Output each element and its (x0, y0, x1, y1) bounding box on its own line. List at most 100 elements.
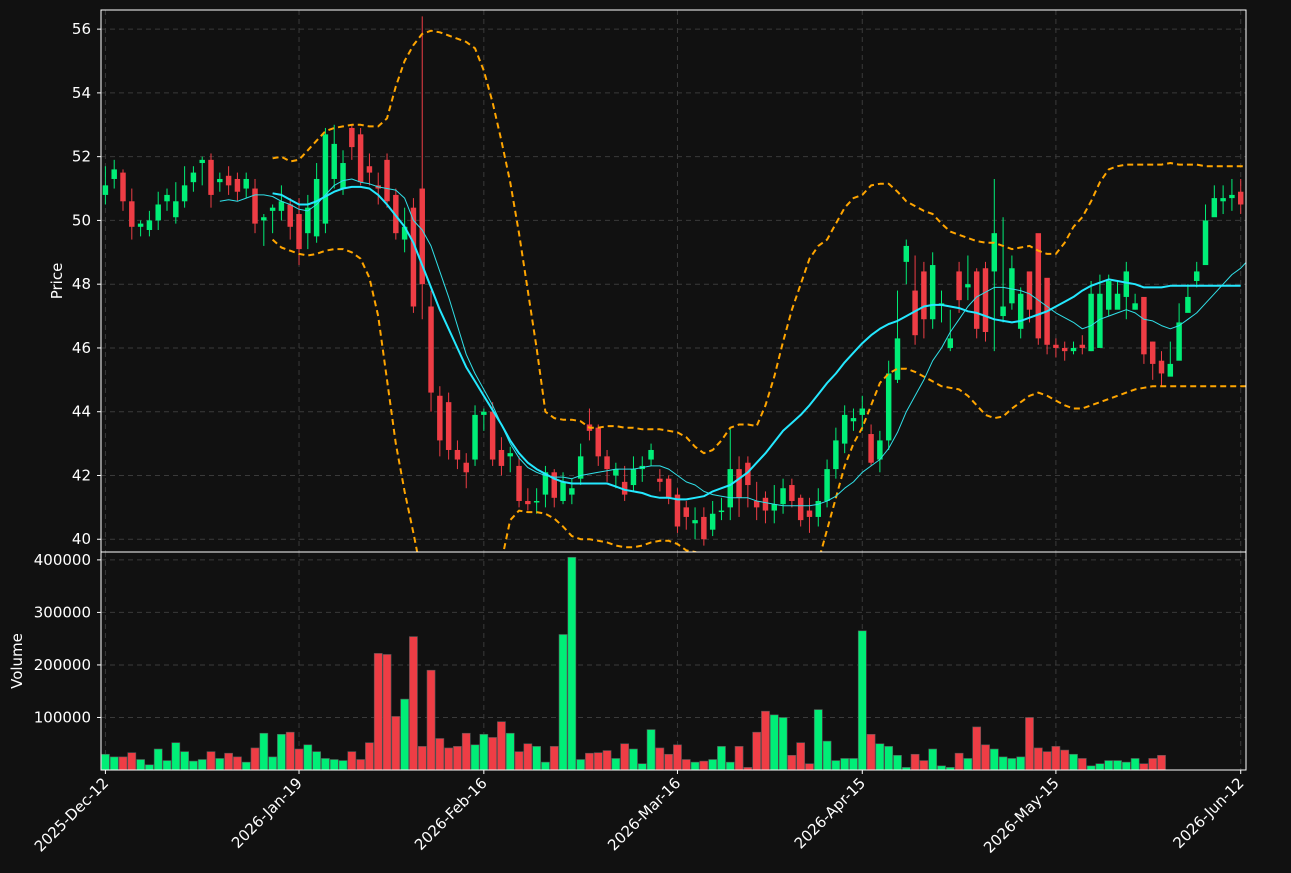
volume-bar (189, 760, 198, 771)
grid-lines (101, 10, 1246, 770)
candle-body (797, 497, 804, 521)
bollinger-upper-line (272, 29, 1246, 455)
candle-body (1185, 296, 1191, 313)
candle-body (366, 166, 373, 173)
volume-bar (1033, 747, 1043, 771)
volume-bar (655, 747, 665, 771)
candle-body (384, 159, 390, 202)
candle-body (1000, 306, 1006, 317)
volume-bar (576, 759, 585, 771)
candle-body (736, 469, 742, 498)
volume-bar (602, 750, 612, 771)
candle-body (1141, 296, 1147, 355)
volume-bar (277, 733, 286, 771)
candle-body (1132, 303, 1138, 310)
volume-tick-label: 400000 (34, 551, 91, 569)
candle-body (894, 338, 901, 380)
volume-bar (981, 744, 990, 771)
candle-body (1149, 341, 1156, 364)
price-tick-label: 50 (72, 211, 91, 229)
candle-body (1123, 271, 1130, 297)
volume-bar (673, 744, 682, 771)
candle-body (146, 220, 153, 230)
candle-body (657, 478, 663, 482)
volume-bar (1095, 763, 1105, 771)
candle-body (489, 411, 496, 460)
candle-body (665, 478, 672, 498)
volume-bar (329, 759, 339, 771)
candle-body (1193, 271, 1200, 281)
candle-body (225, 175, 232, 186)
volume-bar (972, 726, 982, 771)
candle-body (683, 507, 689, 517)
candle-body (322, 134, 329, 224)
candle-body (217, 178, 223, 183)
volume-bar (769, 714, 779, 771)
volume-bar (285, 731, 295, 771)
volume-bar (118, 756, 128, 771)
candle-body (718, 510, 725, 513)
candle-body (982, 268, 989, 333)
candle-body (859, 408, 866, 415)
volume-bar (778, 717, 788, 771)
volume-bar (127, 752, 137, 771)
volume-bar (989, 748, 999, 771)
volume-bar (347, 751, 357, 771)
candle-body (595, 427, 601, 457)
candle-body (850, 418, 857, 422)
volume-bar (497, 721, 506, 771)
candle-body (287, 204, 293, 227)
candle-body (956, 271, 962, 301)
volume-bar (1069, 753, 1078, 771)
volume-bar (585, 752, 594, 771)
price-tick-label: 42 (72, 466, 91, 484)
volume-bar (1086, 765, 1096, 771)
volume-tick-label: 100000 (34, 708, 91, 726)
candle-body (1202, 220, 1209, 266)
volume-bar (690, 761, 700, 771)
volume-bar (250, 747, 260, 771)
candle-body (833, 440, 839, 470)
volume-bar (637, 763, 647, 771)
volume-axis-label: Volume (8, 633, 26, 689)
volume-bar (268, 756, 277, 771)
volume-bar (435, 738, 445, 771)
volume-bar (761, 710, 770, 771)
candle-body (569, 488, 575, 495)
candle-body (824, 469, 830, 501)
moving-average-slow-line (272, 185, 1241, 501)
candle-body (1017, 293, 1024, 329)
volume-bar (171, 742, 181, 771)
candle-body (991, 233, 998, 272)
volume-bar (558, 634, 568, 771)
candle-body (1158, 360, 1165, 374)
candle-body (525, 500, 531, 505)
candle-body (445, 402, 452, 450)
candle-body (560, 481, 566, 501)
candle-body (1079, 344, 1086, 348)
volume-bar (224, 752, 233, 771)
volume-bar (136, 759, 145, 771)
candle-body (868, 434, 874, 463)
price-tick-label: 44 (72, 403, 91, 421)
candle-body (1167, 363, 1174, 377)
candle-body (692, 520, 698, 524)
volume-bar (646, 729, 656, 771)
volume-bar (717, 746, 726, 771)
price-tick-label: 54 (72, 84, 91, 102)
candle-body (551, 472, 557, 498)
candle-body (507, 453, 513, 457)
candle-body (155, 204, 161, 221)
candle-body (727, 469, 733, 508)
candle-body (208, 159, 214, 195)
candle-body (806, 510, 813, 517)
volume-bar (541, 761, 550, 771)
candle-body (947, 338, 954, 348)
volume-bar (321, 758, 330, 771)
volume-bar (1139, 763, 1149, 771)
volume-bar (514, 751, 524, 771)
volume-bar (620, 743, 630, 771)
candle-body (533, 500, 540, 503)
candle-body (181, 185, 188, 202)
volume-bar (505, 732, 515, 771)
